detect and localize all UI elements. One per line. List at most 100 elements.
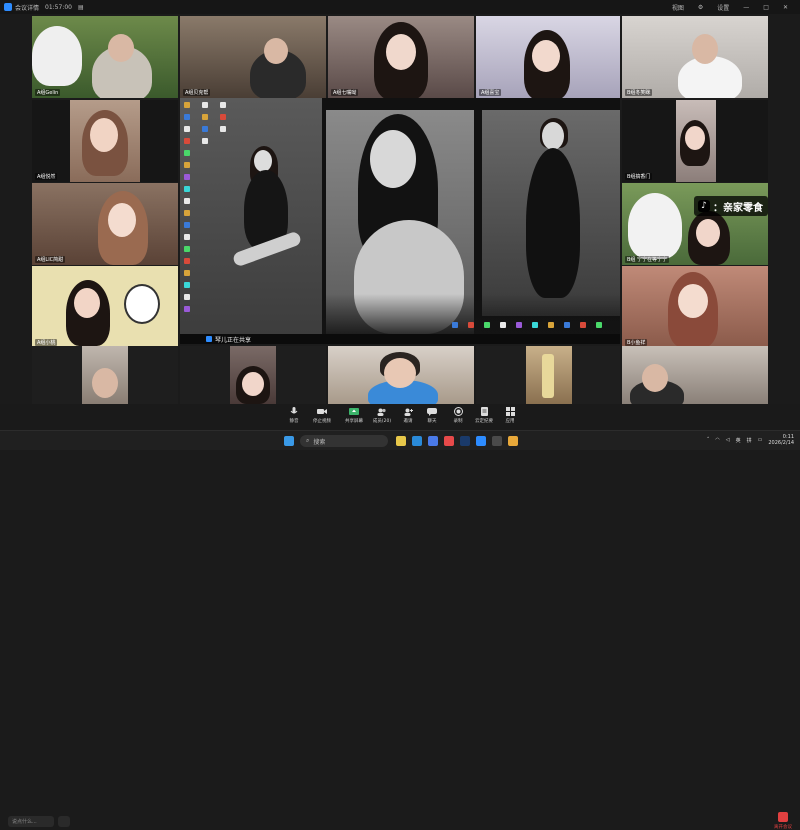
chat-button[interactable]: 聊天 bbox=[418, 407, 446, 424]
meeting-app-icon[interactable] bbox=[476, 436, 486, 446]
desktop-app-icon[interactable] bbox=[220, 114, 226, 120]
video-tile[interactable]: A组喜宝 bbox=[476, 16, 620, 98]
screen-share-view[interactable] bbox=[180, 98, 620, 334]
desktop-app-icon[interactable] bbox=[532, 322, 538, 328]
desktop-file-icon[interactable] bbox=[184, 294, 190, 300]
share-screen-label: 共享屏幕 bbox=[345, 419, 363, 424]
desktop-app-icon[interactable] bbox=[184, 222, 190, 228]
desktop-app-icon[interactable] bbox=[484, 322, 490, 328]
app-icon[interactable] bbox=[492, 436, 502, 446]
close-icon[interactable]: ✕ bbox=[783, 4, 788, 11]
desktop-app-icon[interactable] bbox=[468, 322, 474, 328]
video-tile[interactable] bbox=[476, 346, 620, 404]
leave-meeting-button[interactable]: 离开会议 bbox=[770, 812, 796, 830]
desktop-folder-icon[interactable] bbox=[184, 102, 190, 108]
chat-label: 聊天 bbox=[427, 419, 437, 424]
desktop-app-icon[interactable] bbox=[202, 126, 208, 132]
video-tile[interactable] bbox=[32, 346, 178, 404]
participant-head bbox=[642, 364, 668, 392]
settings-label[interactable]: 设置 bbox=[717, 3, 729, 12]
app-icon[interactable] bbox=[444, 436, 454, 446]
store-icon[interactable] bbox=[428, 436, 438, 446]
desktop-app-icon[interactable] bbox=[184, 138, 190, 144]
desktop-app-icon[interactable] bbox=[184, 246, 190, 252]
video-tile[interactable]: B组搞香门 bbox=[622, 100, 768, 182]
desktop-file-icon[interactable] bbox=[220, 102, 226, 108]
participant-head bbox=[384, 358, 416, 388]
desktop-app-icon[interactable] bbox=[184, 258, 190, 264]
stop-video-button[interactable]: 停止视频 bbox=[308, 407, 336, 424]
desktop-app-icon[interactable] bbox=[184, 282, 190, 288]
ime-mode[interactable]: 拼 bbox=[747, 437, 752, 444]
desktop-app-icon[interactable] bbox=[184, 174, 190, 180]
os-taskbar: ⌕ 搜索 ˄ ◠ ◁ 英 拼 ▭ 0:11 2026/2/14 bbox=[0, 430, 800, 450]
desktop-file-icon[interactable] bbox=[220, 126, 226, 132]
video-tile[interactable]: A组小桃 bbox=[32, 266, 178, 348]
mute-button[interactable]: 静音 bbox=[280, 407, 308, 424]
meeting-notes-button[interactable]: 云定纪要 bbox=[470, 407, 498, 424]
ime-language[interactable]: 英 bbox=[736, 437, 741, 444]
speaker-icon[interactable]: ◁ bbox=[726, 437, 730, 443]
system-tray: ˄ ◠ ◁ 英 拼 ▭ 0:11 2026/2/14 bbox=[707, 434, 794, 446]
chevron-up-icon[interactable]: ˄ bbox=[707, 437, 710, 443]
edge-browser-icon[interactable] bbox=[412, 436, 422, 446]
clock[interactable]: 0:11 2026/2/14 bbox=[768, 434, 794, 446]
desktop-file-icon[interactable] bbox=[184, 126, 190, 132]
video-tile[interactable]: B小鱼祥 bbox=[622, 266, 768, 348]
participant-name: B小鱼祥 bbox=[625, 339, 648, 346]
desktop-folder-icon[interactable] bbox=[202, 114, 208, 120]
video-tile[interactable] bbox=[180, 346, 326, 404]
desktop-file-icon[interactable] bbox=[202, 102, 208, 108]
desktop-folder-icon[interactable] bbox=[184, 270, 190, 276]
layout-icon[interactable]: ▤ bbox=[78, 4, 84, 11]
desktop-app-icon[interactable] bbox=[452, 322, 458, 328]
taskbar-search[interactable]: ⌕ 搜索 bbox=[300, 435, 388, 447]
share-screen-button[interactable]: 共享屏幕 bbox=[340, 407, 368, 424]
desktop-app-icon[interactable] bbox=[564, 322, 570, 328]
desktop-app-icon[interactable] bbox=[184, 150, 190, 156]
desktop-folder-icon[interactable] bbox=[548, 322, 554, 328]
apps-button[interactable]: 应用 bbox=[496, 407, 524, 424]
desktop-file-icon[interactable] bbox=[202, 138, 208, 144]
view-button[interactable]: 视图 bbox=[672, 3, 684, 12]
photo-face bbox=[370, 130, 416, 188]
chat-input[interactable]: 说点什么... bbox=[8, 816, 54, 827]
record-button[interactable]: 录制 bbox=[444, 407, 472, 424]
desktop-app-icon[interactable] bbox=[596, 322, 602, 328]
minimize-icon[interactable]: — bbox=[743, 4, 749, 11]
desktop-file-icon[interactable] bbox=[500, 322, 506, 328]
app-icon[interactable] bbox=[508, 436, 518, 446]
desktop-icon-row bbox=[322, 294, 620, 334]
desktop-file-icon[interactable] bbox=[184, 198, 190, 204]
file-explorer-icon[interactable] bbox=[396, 436, 406, 446]
video-tile[interactable]: A组七嘴呦 bbox=[328, 16, 474, 98]
wallpaper-photo bbox=[224, 138, 314, 328]
desktop-file-icon[interactable] bbox=[184, 234, 190, 240]
gear-icon[interactable]: ⚙ bbox=[698, 4, 703, 11]
participant-name: A组Gelin bbox=[35, 89, 61, 96]
video-tile[interactable] bbox=[328, 346, 474, 404]
wifi-icon[interactable]: ◠ bbox=[715, 437, 719, 443]
desktop-folder-icon[interactable] bbox=[184, 162, 190, 168]
desktop-folder-icon[interactable] bbox=[184, 210, 190, 216]
video-tile[interactable] bbox=[622, 346, 768, 404]
desktop-app-icon[interactable] bbox=[516, 322, 522, 328]
reaction-button[interactable] bbox=[58, 816, 70, 827]
members-button[interactable]: 成员(20) bbox=[368, 407, 396, 424]
video-tile[interactable]: B组冬笑眯 bbox=[622, 16, 768, 98]
video-tile[interactable]: A组LIC简甜 bbox=[32, 183, 178, 265]
participant-name: A组悦然 bbox=[35, 173, 58, 180]
desktop-app-icon[interactable] bbox=[184, 114, 190, 120]
participant-name: B组冬笑眯 bbox=[625, 89, 653, 96]
maximize-icon[interactable]: □ bbox=[763, 4, 769, 11]
desktop-app-icon[interactable] bbox=[184, 186, 190, 192]
video-tile[interactable]: A组Gelin bbox=[32, 16, 178, 98]
video-tile[interactable]: A组贝克帮 bbox=[180, 16, 326, 98]
steam-icon[interactable] bbox=[460, 436, 470, 446]
desktop-app-icon[interactable] bbox=[184, 306, 190, 312]
meeting-info-label[interactable]: 会议详情 bbox=[15, 3, 39, 12]
desktop-app-icon[interactable] bbox=[580, 322, 586, 328]
network-icon[interactable]: ▭ bbox=[758, 437, 763, 443]
video-tile[interactable]: A组悦然 bbox=[32, 100, 178, 182]
start-button-icon[interactable] bbox=[284, 436, 294, 446]
